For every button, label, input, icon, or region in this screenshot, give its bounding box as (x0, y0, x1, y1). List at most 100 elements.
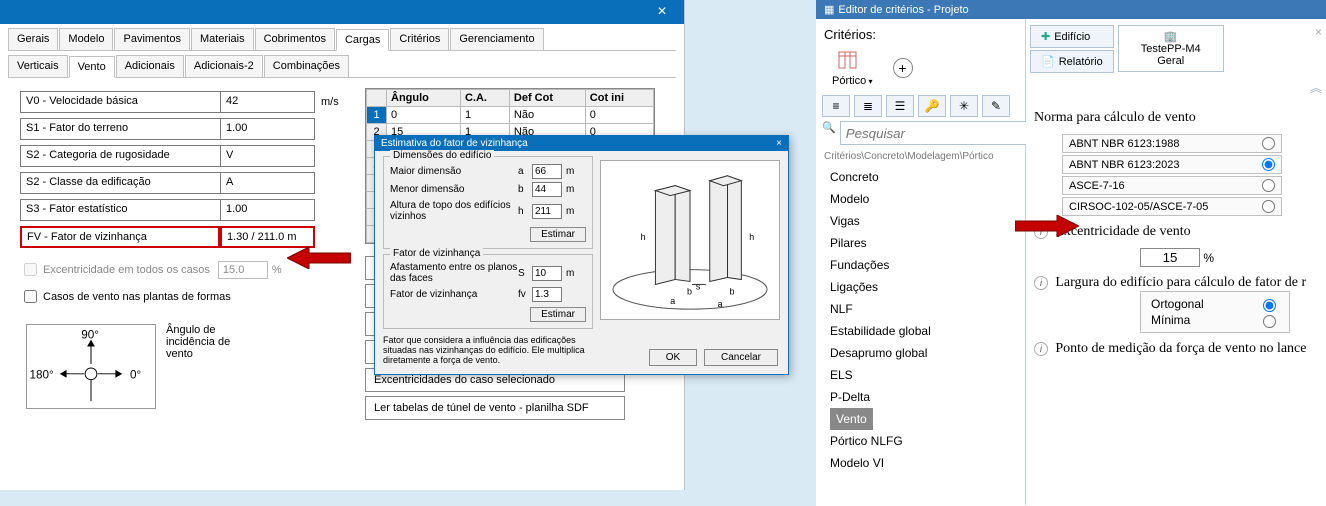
info-icon[interactable]: i (1034, 342, 1048, 356)
wind-angle-diagram: 90°180°0°Ângulo de incidência de vento (26, 324, 355, 409)
est-field-input[interactable] (532, 164, 562, 179)
norm-radio[interactable] (1262, 137, 1275, 150)
tree-item[interactable]: Desaprumo global (830, 342, 1019, 364)
estimar-button-2[interactable]: Estimar (530, 307, 586, 322)
add-criteria-button[interactable]: + (893, 58, 913, 78)
tab-materiais[interactable]: Materiais (191, 28, 254, 50)
tree-item[interactable]: Pórtico NLFG (830, 430, 1019, 452)
ecc-checkbox[interactable] (24, 263, 37, 276)
subtab-adicionais-2[interactable]: Adicionais-2 (185, 55, 263, 77)
est-field-label: Maior dimensão (390, 166, 518, 177)
norm-option[interactable]: ABNT NBR 6123:1988 (1062, 134, 1282, 153)
align-right-icon[interactable]: ☰ (886, 95, 914, 117)
criterios-window: ▦Editor de critérios - Projeto Critérios… (816, 0, 1326, 506)
ecc-value[interactable]: 15.0 (218, 261, 268, 279)
param-label: S3 - Fator estatístico (20, 199, 220, 221)
tab-gerenciamento[interactable]: Gerenciamento (450, 28, 543, 50)
largura-radio[interactable] (1263, 315, 1276, 328)
est-field-input[interactable] (532, 204, 562, 219)
pencil-icon[interactable]: ✎ (982, 95, 1010, 117)
param-label: FV - Fator de vizinhança (20, 226, 220, 248)
param-row: V0 - Velocidade básica42m/s (20, 88, 355, 115)
tree-item[interactable]: ELS (830, 364, 1019, 386)
tree-item[interactable]: Pilares (830, 232, 1019, 254)
tree-item[interactable]: NLF (830, 298, 1019, 320)
largura-radio-group: OrtogonalMínima (1140, 291, 1290, 333)
grid-row[interactable]: 101Não0 (367, 107, 654, 124)
tab-cargas[interactable]: Cargas (336, 29, 389, 51)
tree-item[interactable]: Vento (830, 408, 1019, 430)
highlight-arrow-right (1015, 215, 1079, 237)
estimativa-titlebar: Estimativa do fator de vizinhança × (375, 136, 788, 151)
key-icon[interactable]: 🔑 (918, 95, 946, 117)
est-field-row: Afastamento entre os planos das facesSm (390, 262, 586, 284)
largura-option[interactable]: Ortogonal (1151, 296, 1279, 312)
tab-critérios[interactable]: Critérios (390, 28, 449, 50)
param-value[interactable]: V (220, 145, 315, 167)
norm-option[interactable]: CIRSOC-102-05/ASCE-7-05 (1062, 197, 1282, 216)
align-center-icon[interactable]: ≣ (854, 95, 882, 117)
param-value[interactable]: 1.00 (220, 118, 315, 140)
largura-radio[interactable] (1263, 299, 1276, 312)
param-row: S2 - Categoria de rugosidadeV (20, 142, 355, 169)
norm-label: ABNT NBR 6123:2023 (1069, 159, 1179, 171)
tree-item[interactable]: Estabilidade global (830, 320, 1019, 342)
subtab-combinações[interactable]: Combinações (264, 55, 349, 77)
estimar-button-1[interactable]: Estimar (530, 227, 586, 242)
norm-radio[interactable] (1262, 179, 1275, 192)
exc-value-input[interactable] (1140, 248, 1200, 267)
criterios-title: Editor de critérios - Projeto (838, 4, 968, 16)
close-panel-icon[interactable]: × (1228, 25, 1322, 39)
info-icon[interactable]: i (1034, 276, 1048, 290)
relatorio-button[interactable]: 📄 Relatório (1030, 50, 1114, 73)
tab-gerais[interactable]: Gerais (8, 28, 58, 50)
align-toolbar: ≡ ≣ ☰ 🔑 ✳ ✎ (822, 95, 1019, 117)
norm-radio[interactable] (1262, 158, 1275, 171)
tree-item[interactable]: Modelo VI (830, 452, 1019, 474)
param-value[interactable]: 1.30 / 211.0 m (220, 226, 315, 248)
tab-pavimentos[interactable]: Pavimentos (114, 28, 189, 50)
star-icon[interactable]: ✳ (950, 95, 978, 117)
norms-radio-group: ABNT NBR 6123:1988 ABNT NBR 6123:2023 ASCE… (1062, 134, 1322, 216)
param-value[interactable]: 42 (220, 91, 315, 113)
ok-button[interactable]: OK (649, 349, 697, 366)
norm-radio[interactable] (1262, 200, 1275, 213)
grid-header (367, 90, 387, 107)
portico-button[interactable]: Pórtico ▾ (832, 48, 873, 87)
forms-checkbox[interactable] (24, 290, 37, 303)
search-input[interactable] (840, 121, 1031, 145)
tab-cobrimentos[interactable]: Cobrimentos (255, 28, 335, 50)
estimativa-close-icon[interactable]: × (776, 138, 782, 149)
forms-label: Casos de vento nas plantas de formas (43, 291, 231, 303)
align-left-icon[interactable]: ≡ (822, 95, 850, 117)
subtab-verticais[interactable]: Verticais (8, 55, 68, 77)
tab-modelo[interactable]: Modelo (59, 28, 113, 50)
subtab-adicionais[interactable]: Adicionais (116, 55, 184, 77)
report-icon: 📄 (1041, 55, 1055, 68)
param-value[interactable]: A (220, 172, 315, 194)
tree-item[interactable]: P-Delta (830, 386, 1019, 408)
norm-option[interactable]: ABNT NBR 6123:2023 (1062, 155, 1282, 174)
edificio-button[interactable]: ✚ Edifício (1030, 25, 1114, 48)
est-field-input[interactable] (532, 287, 562, 302)
tree-item[interactable]: Modelo (830, 188, 1019, 210)
subtab-vento[interactable]: Vento (69, 56, 115, 78)
tree-item[interactable]: Fundações (830, 254, 1019, 276)
close-button[interactable]: × (640, 0, 684, 24)
collapse-icon[interactable]: ︽ (1310, 79, 1322, 96)
fator-group: Fator de vizinhança Afastamento entre os… (383, 254, 593, 329)
tree-item[interactable]: Vigas (830, 210, 1019, 232)
cancel-button[interactable]: Cancelar (704, 349, 778, 366)
project-name-box: 🏢 TestePP-M4 Geral (1118, 25, 1224, 72)
est-field-label: Menor dimensão (390, 184, 518, 195)
tree-item[interactable]: Concreto (830, 166, 1019, 188)
est-field-input[interactable] (532, 182, 562, 197)
norm-option[interactable]: ASCE-7-16 (1062, 176, 1282, 195)
ler-tabelas-button[interactable]: Ler tabelas de túnel de vento - planilha… (365, 396, 625, 420)
main-tabs: GeraisModeloPavimentosMateriaisCobriment… (8, 28, 676, 51)
largura-option[interactable]: Mínima (1151, 312, 1279, 328)
largura-label: Ortogonal (1151, 297, 1204, 311)
param-value[interactable]: 1.00 (220, 199, 315, 221)
tree-item[interactable]: Ligações (830, 276, 1019, 298)
est-field-input[interactable] (532, 266, 562, 281)
